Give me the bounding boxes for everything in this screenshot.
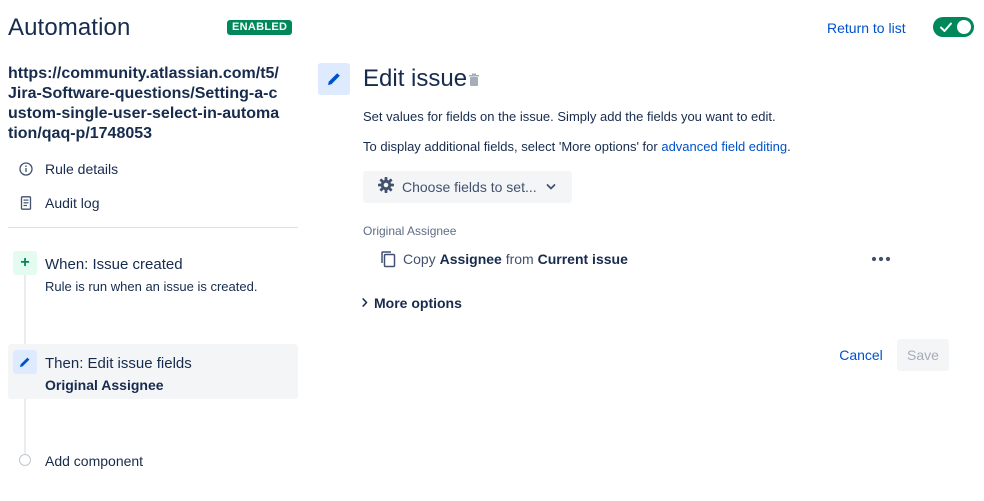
save-button[interactable]: Save [897,339,949,371]
rule-enabled-toggle[interactable] [933,17,974,37]
pencil-icon [13,350,37,374]
chevron-down-icon [546,183,556,191]
more-actions-icon[interactable] [869,251,893,267]
advanced-editing-note: To display additional fields, select 'Mo… [363,139,791,154]
add-component-dot [19,454,31,466]
sidebar-divider [8,227,298,228]
copy-word: Copy [403,251,436,267]
sidebar-item-audit-log[interactable]: Audit log [16,193,99,213]
more-options-label: More options [374,295,462,311]
add-component-button[interactable]: Add component [45,453,143,469]
status-badge: ENABLED [227,20,293,35]
panel-title: Edit issue [363,65,468,92]
page-title: Automation [8,14,131,41]
field-heading: Original Assignee [363,224,457,238]
sidebar-item-label: Rule details [45,161,119,177]
action-subtitle: Original Assignee [45,377,164,393]
choose-fields-label: Choose fields to set... [402,179,537,195]
trigger-title[interactable]: When: Issue created [45,256,183,273]
source-field: Assignee [439,251,502,267]
field-value-row: Copy Assignee from Current issue [379,249,628,269]
from-word: from [505,251,534,267]
advanced-note-suffix: . [787,139,791,154]
return-to-list-link[interactable]: Return to list [827,20,906,36]
chevron-right-icon [362,296,368,310]
trash-icon[interactable] [468,73,480,92]
trigger-subtitle: Rule is run when an issue is created. [45,279,258,294]
pencil-icon [318,63,350,95]
advanced-note-prefix: To display additional fields, select 'Mo… [363,139,662,154]
sidebar-item-rule-details[interactable]: Rule details [16,159,118,179]
rule-name: https://community.atlassian.com/t5/Jira-… [8,65,280,142]
source-issue: Current issue [537,251,628,267]
copy-icon [379,250,397,268]
advanced-field-editing-link[interactable]: advanced field editing [661,139,787,154]
plus-icon: + [13,251,37,275]
document-icon [16,193,36,213]
info-icon [16,159,36,179]
gear-icon [377,176,395,199]
more-options-toggle[interactable]: More options [362,295,462,311]
sidebar-item-label: Audit log [45,195,100,211]
toggle-knob [957,20,971,34]
check-icon [940,22,952,32]
choose-fields-button[interactable]: Choose fields to set... [363,171,572,203]
action-title: Then: Edit issue fields [45,355,192,372]
cancel-button[interactable]: Cancel [832,340,890,370]
panel-description: Set values for fields on the issue. Simp… [363,109,776,124]
